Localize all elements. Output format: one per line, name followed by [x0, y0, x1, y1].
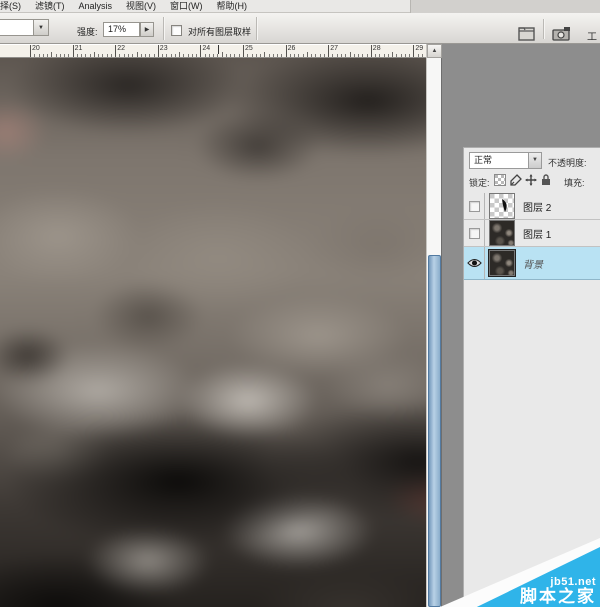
fill-label: 填充:: [564, 176, 585, 189]
lock-row: 锁定: 填充:: [464, 170, 600, 192]
options-separator: [163, 17, 164, 40]
layer-name: 图层 1: [523, 226, 551, 241]
watermark: jb51.net 脚本之家: [440, 532, 600, 607]
layer-thumbnail[interactable]: [489, 250, 515, 276]
lock-position-icon[interactable]: [525, 174, 537, 186]
strength-label: 强度:: [77, 25, 98, 38]
strength-input[interactable]: 17%: [103, 22, 140, 37]
chevron-down-icon[interactable]: ▼: [528, 153, 541, 168]
visibility-checkbox-empty: [469, 201, 480, 212]
tool-options-bar: ▼ 强度: 17% ▶ 对所有图层取样 工: [0, 13, 600, 44]
scroll-up-button[interactable]: ▲: [427, 44, 442, 58]
blend-mode-value: 正常: [474, 155, 492, 165]
options-separator: [256, 17, 257, 40]
visibility-toggle[interactable]: [464, 220, 485, 246]
layer-row-layer1[interactable]: 图层 1: [464, 220, 600, 247]
brush-preset-field[interactable]: [0, 19, 34, 36]
menu-item-select[interactable]: 择(S): [0, 0, 28, 13]
layer-row-layer2[interactable]: 图层 2: [464, 193, 600, 220]
brush-preset-dropdown-arrow[interactable]: ▼: [33, 19, 49, 36]
photoshop-window: 择(S) 滤镜(T) Analysis 视图(V) 窗口(W) 帮助(H) ▼ …: [0, 0, 600, 607]
options-separator: [543, 19, 544, 39]
menu-item-analysis[interactable]: Analysis: [72, 0, 120, 13]
lock-transparency-icon[interactable]: [494, 174, 506, 186]
menubar-right-spacer: [410, 0, 600, 13]
visibility-toggle[interactable]: [464, 193, 485, 219]
opacity-label: 不透明度:: [548, 156, 587, 169]
eye-icon: [467, 258, 482, 268]
sample-all-layers-checkbox[interactable]: [171, 25, 182, 36]
strength-slider-arrow[interactable]: ▶: [140, 22, 154, 37]
layer-row-background[interactable]: 背景: [464, 247, 600, 280]
blend-mode-row: 正常 ▼ 不透明度:: [464, 148, 600, 170]
bridge-folder-icon[interactable]: [518, 26, 538, 42]
visibility-checkbox-empty: [469, 228, 480, 239]
layer-thumbnail[interactable]: [489, 220, 515, 246]
menu-bar: 择(S) 滤镜(T) Analysis 视图(V) 窗口(W) 帮助(H): [0, 0, 600, 13]
canvas-area[interactable]: [0, 58, 426, 607]
lock-all-icon[interactable]: [540, 174, 552, 186]
layer-name: 图层 2: [523, 199, 551, 214]
watermark-name: 脚本之家: [520, 588, 596, 606]
lock-label: 锁定:: [469, 176, 490, 189]
vertical-scrollbar[interactable]: ▲: [426, 44, 441, 607]
menu-item-filter[interactable]: 滤镜(T): [28, 0, 72, 13]
menu-item-window[interactable]: 窗口(W): [163, 0, 210, 13]
visibility-toggle[interactable]: [464, 247, 485, 279]
ruler-cursor-mark: [218, 45, 219, 54]
menu-item-help[interactable]: 帮助(H): [210, 0, 255, 13]
canvas-image: [0, 58, 426, 607]
lock-paint-icon[interactable]: [510, 174, 522, 186]
horizontal-ruler: 20212223242526272829: [0, 44, 426, 58]
camera-icon[interactable]: [552, 26, 572, 42]
layer-thumbnail[interactable]: [489, 193, 515, 219]
watermark-text: jb51.net 脚本之家: [520, 577, 596, 606]
menu-item-view[interactable]: 视图(V): [119, 0, 163, 13]
layer-name: 背景: [523, 256, 543, 271]
workspace-label[interactable]: 工: [587, 28, 597, 43]
blend-mode-dropdown[interactable]: 正常 ▼: [469, 152, 542, 169]
layers-list: 图层 2 图层 1 背景: [464, 193, 600, 280]
sample-all-layers-label: 对所有图层取样: [188, 25, 251, 38]
